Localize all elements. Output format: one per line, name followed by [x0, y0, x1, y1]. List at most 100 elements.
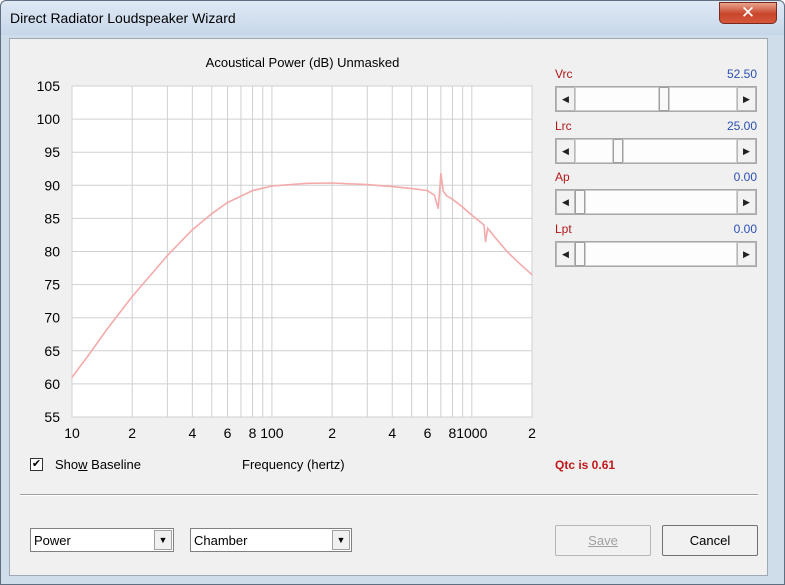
- y-tick-label: 85: [44, 210, 60, 226]
- scroll-track-right-region[interactable]: [585, 242, 737, 266]
- save-button-label: Save: [588, 533, 618, 548]
- data-point: [446, 195, 448, 197]
- mode-select-value: Power: [34, 533, 71, 548]
- scroll-left-arrow-icon[interactable]: ◀: [556, 242, 575, 266]
- chevron-down-icon[interactable]: ▼: [154, 530, 172, 550]
- data-point: [366, 184, 368, 186]
- y-tick-label: 100: [37, 111, 61, 127]
- scroll-thumb[interactable]: [575, 190, 585, 214]
- data-point: [151, 273, 153, 275]
- x-tick-label: 2: [128, 425, 136, 441]
- save-button[interactable]: Save: [555, 525, 651, 556]
- environment-select[interactable]: Chamber ▼: [190, 528, 352, 552]
- data-point: [437, 207, 439, 210]
- title-bar[interactable]: Direct Radiator Loudspeaker Wizard ✕: [1, 1, 784, 35]
- data-point: [506, 250, 508, 253]
- acoustical-power-chart: 55606570758085909510010510 2 4 6 8 100 2 4 6 8 100…: [37, 78, 536, 441]
- data-point: [306, 182, 308, 184]
- scroll-track-right-region[interactable]: [669, 87, 737, 111]
- cancel-button-label: Cancel: [689, 533, 731, 548]
- data-point: [426, 190, 429, 192]
- scroll-right-arrow-icon[interactable]: ▶: [737, 190, 756, 214]
- y-tick-label: 75: [44, 277, 60, 293]
- scroll-left-arrow-icon[interactable]: ◀: [556, 87, 575, 111]
- qtc-readout: Qtc is 0.61: [555, 458, 616, 472]
- y-tick-label: 65: [44, 343, 60, 359]
- data-point: [71, 376, 73, 378]
- data-point: [131, 295, 133, 298]
- data-point: [494, 236, 496, 238]
- param-scrollbar[interactable]: ◀ ▶: [555, 138, 757, 164]
- y-tick-label: 80: [44, 244, 60, 260]
- data-point: [484, 241, 487, 243]
- scroll-thumb[interactable]: [659, 87, 669, 111]
- data-point: [331, 182, 333, 184]
- mode-select[interactable]: Power ▼: [30, 528, 174, 552]
- data-point: [211, 213, 213, 215]
- param-label: Ap: [555, 170, 570, 184]
- chevron-down-icon[interactable]: ▼: [332, 530, 350, 550]
- scroll-thumb[interactable]: [575, 242, 585, 266]
- dialog-window: Direct Radiator Loudspeaker Wizard ✕ Aco…: [0, 0, 785, 585]
- scroll-track[interactable]: [575, 139, 737, 163]
- x-axis-title: Frequency (hertz): [242, 457, 345, 472]
- close-icon: ✕: [740, 3, 756, 22]
- scroll-track-left-region[interactable]: [575, 139, 613, 163]
- data-point: [191, 229, 193, 231]
- close-button[interactable]: ✕: [719, 2, 777, 24]
- scroll-right-arrow-icon[interactable]: ▶: [737, 242, 756, 266]
- x-tick-label: 4: [388, 425, 396, 441]
- y-tick-label: 90: [44, 177, 60, 193]
- data-point: [451, 198, 453, 200]
- scroll-track[interactable]: [575, 87, 737, 111]
- x-tick-label: 2: [528, 425, 536, 441]
- window-title: Direct Radiator Loudspeaker Wizard: [10, 10, 236, 26]
- data-point: [411, 188, 413, 190]
- x-tick-label: 4: [188, 425, 196, 441]
- show-baseline-text-start: Sho: [55, 457, 79, 472]
- data-point: [391, 186, 393, 188]
- x-tick-label: 1000: [456, 425, 487, 441]
- data-point: [433, 194, 435, 196]
- y-tick-label: 105: [37, 78, 61, 94]
- x-tick-label: 6: [424, 425, 432, 441]
- scroll-right-arrow-icon[interactable]: ▶: [737, 139, 756, 163]
- scroll-left-arrow-icon[interactable]: ◀: [556, 190, 575, 214]
- x-tick-label: 8: [249, 425, 257, 441]
- data-point: [87, 355, 89, 357]
- param-scrollbar[interactable]: ◀ ▶: [555, 189, 757, 215]
- x-tick-label: 6: [224, 425, 232, 441]
- param-scrollbar[interactable]: ◀ ▶: [555, 86, 757, 112]
- data-point: [251, 190, 254, 192]
- scroll-track[interactable]: [575, 242, 737, 266]
- param-label: Vrc: [555, 67, 573, 81]
- data-point: [440, 172, 442, 174]
- data-point: [442, 190, 444, 192]
- x-tick-label: 10: [64, 425, 80, 441]
- show-baseline-text-end: Baseline: [87, 457, 142, 472]
- show-baseline-accel-key: w: [78, 457, 88, 472]
- data-point: [483, 224, 485, 226]
- scroll-right-arrow-icon[interactable]: ▶: [737, 87, 756, 111]
- data-point: [479, 221, 481, 223]
- param-value: 52.50: [726, 67, 757, 81]
- y-tick-label: 60: [44, 376, 60, 392]
- data-point: [271, 185, 273, 187]
- scroll-thumb[interactable]: [613, 139, 623, 163]
- x-tick-label: 100: [260, 425, 284, 441]
- data-point: [517, 261, 519, 263]
- param-label: Lrc: [555, 119, 572, 133]
- data-point: [227, 201, 229, 204]
- param-scrollbar[interactable]: ◀ ▶: [555, 241, 757, 267]
- cancel-button[interactable]: Cancel: [662, 525, 758, 556]
- scroll-track-left-region[interactable]: [575, 87, 659, 111]
- show-baseline-checkbox[interactable]: ✔: [30, 458, 43, 471]
- scroll-track[interactable]: [575, 190, 737, 214]
- y-tick-label: 70: [44, 310, 60, 326]
- scroll-track-right-region[interactable]: [585, 190, 737, 214]
- param-value: 0.00: [733, 170, 757, 184]
- data-point: [531, 274, 533, 276]
- data-point: [487, 227, 489, 229]
- scroll-track-right-region[interactable]: [623, 139, 737, 163]
- scroll-left-arrow-icon[interactable]: ◀: [556, 139, 575, 163]
